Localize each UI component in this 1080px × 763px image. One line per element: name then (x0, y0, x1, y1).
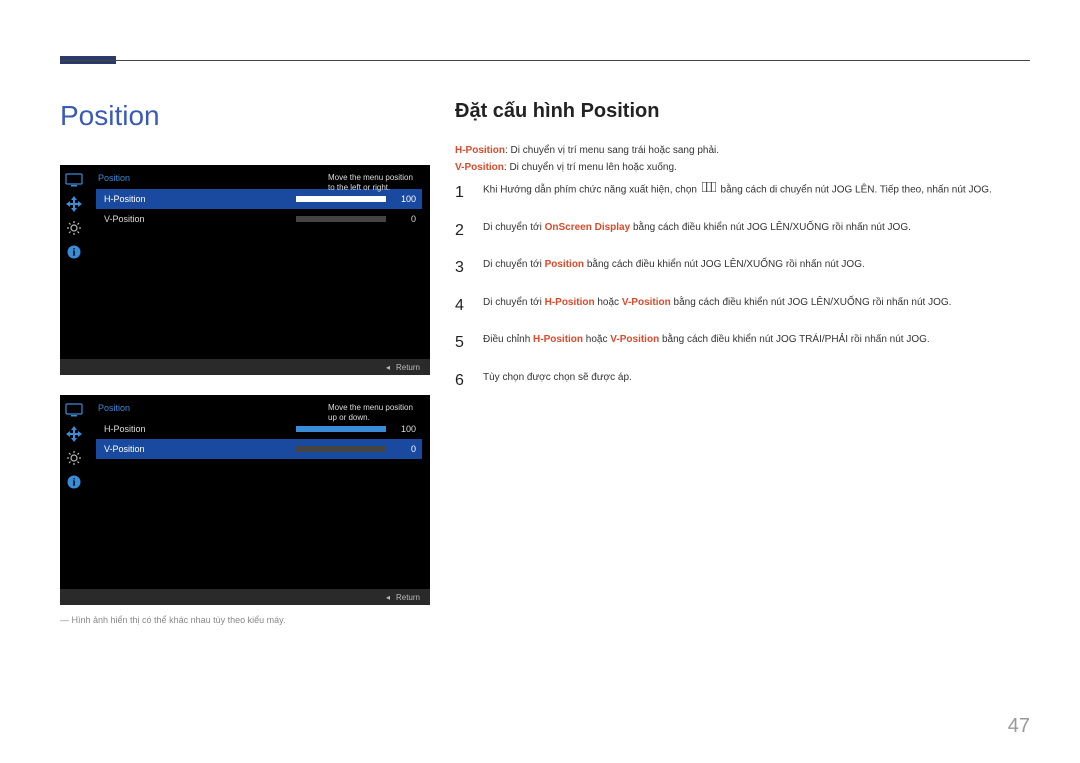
step-item: 2Di chuyển tới OnScreen Display bằng các… (455, 218, 1025, 244)
page-number: 47 (1008, 715, 1030, 738)
step-text: Di chuyển tới Position bằng cách điều kh… (483, 255, 865, 281)
info-icon: i (65, 245, 83, 259)
step-number: 3 (455, 255, 483, 281)
osd-row-value: 100 (394, 424, 416, 434)
osd-screenshot-1: i Position H-Position100V-Position0 Move… (60, 165, 430, 375)
osd-screenshot-2: i Position H-Position100V-Position0 Move… (60, 395, 430, 605)
step-number: 5 (455, 330, 483, 356)
osd-footer: ◂ Return (60, 359, 430, 375)
osd-menu-row: V-Position 0 (96, 439, 422, 459)
osd-row-value: 100 (394, 194, 416, 204)
info-icon: i (65, 475, 83, 489)
section-title: Đặt cấu hình Position (455, 100, 659, 123)
osd-row-label: V-Position (104, 214, 296, 224)
osd-slider-track (296, 446, 386, 452)
osd-row-value: 0 (394, 444, 416, 454)
step-item: 3Di chuyển tới Position bằng cách điều k… (455, 255, 1025, 281)
nav-cross-icon (65, 197, 83, 211)
step-text: Khi Hướng dẫn phím chức năng xuất hiện, … (483, 180, 992, 206)
osd-hint: Move the menu position to the left or ri… (328, 173, 420, 194)
def-v-label: V-Position (455, 162, 504, 173)
osd-slider-fill (296, 426, 386, 432)
osd-row-value: 0 (394, 214, 416, 224)
image-caption: ― Hình ảnh hiển thị có thể khác nhau tùy… (60, 615, 285, 625)
osd-slider-fill (296, 196, 386, 202)
osd-footer: ◂ Return (60, 589, 430, 605)
step-item: 6Tùy chọn được chọn sẽ được áp. (455, 368, 1025, 394)
step-item: 5Điều chỉnh H-Position hoặc V-Position b… (455, 330, 1025, 356)
osd-sidebar: i (60, 395, 88, 589)
step-text: Di chuyển tới OnScreen Display bằng cách… (483, 218, 911, 244)
header-divider (60, 60, 1030, 61)
osd-slider-track (296, 426, 386, 432)
steps-list: 1Khi Hướng dẫn phím chức năng xuất hiện,… (455, 180, 1025, 406)
step-number: 6 (455, 368, 483, 394)
def-h-label: H-Position (455, 145, 505, 156)
nav-cross-icon (65, 427, 83, 441)
svg-text:i: i (73, 478, 76, 489)
step-text: Điều chỉnh H-Position hoặc V-Position bằ… (483, 330, 930, 356)
osd-row-label: V-Position (104, 444, 296, 454)
osd-menu-row: V-Position 0 (96, 209, 422, 229)
osd-slider-track (296, 196, 386, 202)
gear-icon (65, 451, 83, 465)
osd-row-label: H-Position (104, 194, 296, 204)
def-h-text: : Di chuyển vị trí menu sang trái hoặc s… (505, 145, 719, 156)
osd-sidebar: i (60, 165, 88, 359)
osd-slider-track (296, 216, 386, 222)
return-label: Return (396, 363, 420, 372)
svg-text:i: i (73, 248, 76, 259)
step-number: 4 (455, 293, 483, 319)
osd-row-label: H-Position (104, 424, 296, 434)
gear-icon (65, 221, 83, 235)
osd-body: Position H-Position100V-Position0 Move t… (88, 165, 430, 359)
step-item: 1Khi Hướng dẫn phím chức năng xuất hiện,… (455, 180, 1025, 206)
page-title: Position (60, 100, 160, 132)
step-text: Di chuyển tới H-Position hoặc V-Position… (483, 293, 951, 319)
step-number: 2 (455, 218, 483, 244)
return-label: Return (396, 593, 420, 602)
step-item: 4Di chuyển tới H-Position hoặc V-Positio… (455, 293, 1025, 319)
back-arrow-icon: ◂ (386, 363, 390, 372)
definitions: H-Position: Di chuyển vị trí menu sang t… (455, 142, 719, 176)
def-v-text: : Di chuyển vị trí menu lên hoặc xuống. (504, 162, 677, 173)
back-arrow-icon: ◂ (386, 593, 390, 602)
osd-body: Position H-Position100V-Position0 Move t… (88, 395, 430, 589)
step-number: 1 (455, 180, 483, 206)
monitor-icon (65, 173, 83, 187)
menu-grid-icon (702, 182, 716, 198)
step-text: Tùy chọn được chọn sẽ được áp. (483, 368, 632, 394)
osd-hint: Move the menu position up or down. (328, 403, 420, 424)
monitor-icon (65, 403, 83, 417)
